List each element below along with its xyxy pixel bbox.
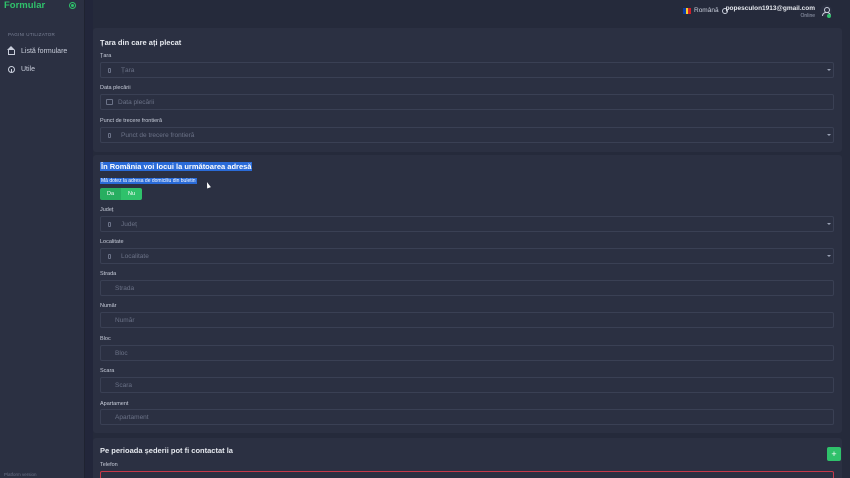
departure-title: Țara din care ați plecat xyxy=(100,38,182,47)
apartment-label: Apartament xyxy=(100,401,129,407)
contact-title: Pe perioada șederii pot fi contactat la xyxy=(100,446,233,455)
county-placeholder: Județ xyxy=(121,221,137,228)
county-select[interactable]: Județ xyxy=(100,216,834,232)
number-input[interactable]: Număr xyxy=(100,312,834,328)
street-placeholder: Strada xyxy=(115,285,135,292)
user-status: Online xyxy=(800,13,815,19)
sidebar-item-label: Listă formulare xyxy=(21,48,68,55)
apartment-input[interactable]: Apartament xyxy=(100,409,834,425)
street-label: Strada xyxy=(100,271,117,277)
chevron-down-icon xyxy=(827,134,831,136)
chevron-down-icon xyxy=(827,255,831,257)
sidebar-gutter xyxy=(85,0,93,478)
sidebar-toggle-icon[interactable] xyxy=(69,2,76,9)
flag-placeholder-icon xyxy=(108,133,111,138)
flag-placeholder-icon xyxy=(108,68,111,73)
chevron-down-icon xyxy=(827,69,831,71)
address-card: În România voi locui la următoarea adres… xyxy=(93,155,842,433)
flag-placeholder-icon xyxy=(108,222,111,227)
yes-button[interactable]: Da xyxy=(100,188,122,200)
sidebar-item-utile[interactable]: Utile xyxy=(8,66,35,73)
block-label: Bloc xyxy=(100,336,111,342)
flag-placeholder-icon xyxy=(108,254,111,259)
same-address-toggle[interactable]: Da Nu xyxy=(100,188,143,200)
date-placeholder: Data plecării xyxy=(118,99,155,106)
number-label: Număr xyxy=(100,303,117,309)
phone-input[interactable] xyxy=(100,471,834,478)
same-address-question: Mă dotez la adresa de domiciliu din bule… xyxy=(100,178,197,184)
user-email[interactable]: popesculon1913@gmail.com xyxy=(726,5,815,12)
county-label: Județ xyxy=(100,207,114,213)
contact-card: Pe perioada șederii pot fi contactat la … xyxy=(93,438,842,478)
staircase-input[interactable]: Scara xyxy=(100,377,834,393)
info-icon xyxy=(8,66,15,73)
number-placeholder: Număr xyxy=(115,317,135,324)
mouse-cursor-icon xyxy=(205,181,211,189)
apartment-placeholder: Apartament xyxy=(115,414,149,421)
departure-card: Țara din care ați plecat Țara Țara Data … xyxy=(93,28,842,152)
country-placeholder: Țara xyxy=(121,67,135,74)
sidebar-section-title: PAGINI UTILIZATOR xyxy=(8,32,56,37)
home-icon xyxy=(7,46,15,55)
street-input[interactable]: Strada xyxy=(100,280,834,296)
chevron-down-icon xyxy=(827,223,831,225)
phone-label: Telefon xyxy=(100,462,118,468)
border-placeholder: Punct de trecere frontieră xyxy=(121,132,195,139)
border-label: Punct de trecere frontieră xyxy=(100,118,163,124)
departure-date-input[interactable]: Data plecării xyxy=(100,94,834,110)
staircase-label: Scara xyxy=(100,368,115,374)
romania-flag-icon[interactable] xyxy=(683,8,692,14)
add-contact-button[interactable]: + xyxy=(827,447,841,461)
locality-label: Localitate xyxy=(100,239,124,245)
border-crossing-select[interactable]: Punct de trecere frontieră xyxy=(100,127,834,143)
calendar-icon xyxy=(106,99,113,105)
address-title: În România voi locui la următoarea adres… xyxy=(100,162,253,171)
online-status-dot xyxy=(827,14,831,18)
brand-title[interactable]: Formular xyxy=(4,0,45,11)
locality-placeholder: Localitate xyxy=(121,253,149,260)
date-label: Data plecării xyxy=(100,85,131,91)
sidebar-item-form-list[interactable]: Listă formulare xyxy=(7,46,68,55)
country-label: Țara xyxy=(100,53,112,59)
block-input[interactable]: Bloc xyxy=(100,345,834,361)
sidebar: Formular PAGINI UTILIZATOR Listă formula… xyxy=(0,0,85,478)
staircase-placeholder: Scara xyxy=(115,382,132,389)
no-button[interactable]: Nu xyxy=(121,188,143,200)
sidebar-item-label: Utile xyxy=(21,66,36,73)
locality-select[interactable]: Localitate xyxy=(100,248,834,264)
block-placeholder: Bloc xyxy=(115,350,128,357)
sidebar-footer: Platform version xyxy=(4,472,37,477)
language-selector[interactable]: Română xyxy=(694,7,719,14)
country-select[interactable]: Țara xyxy=(100,62,834,78)
